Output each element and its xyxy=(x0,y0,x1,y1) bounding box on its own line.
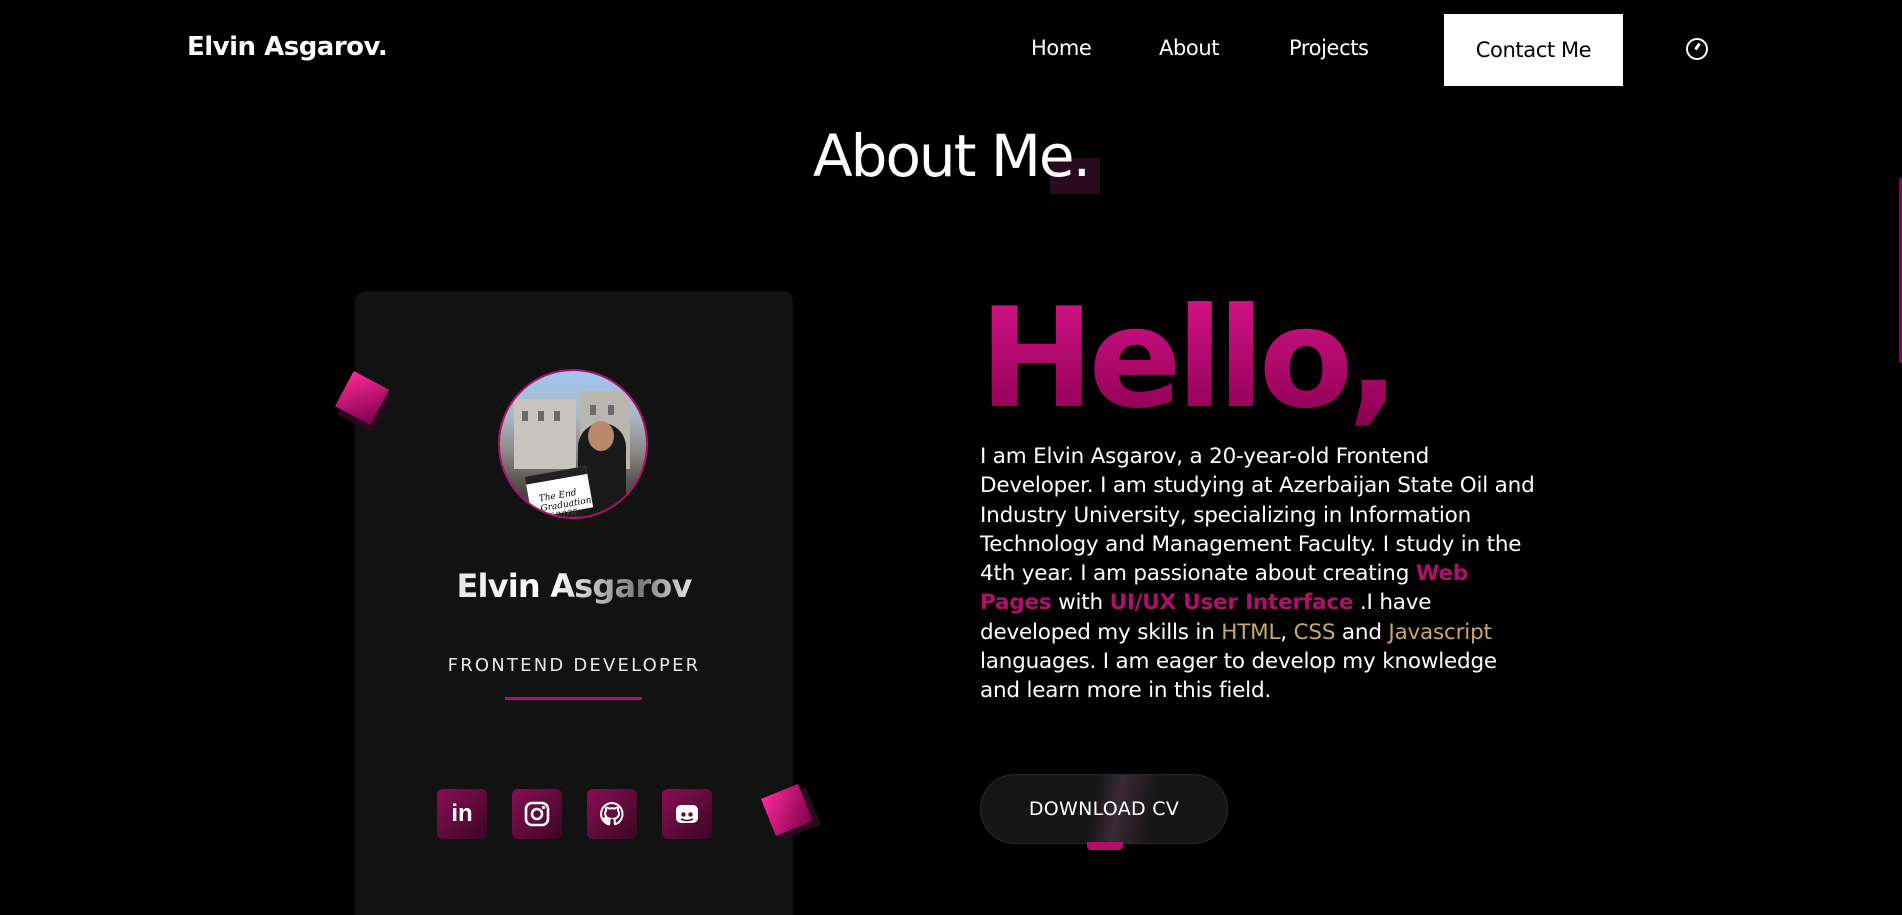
bio-text: and xyxy=(1335,619,1389,645)
discord-icon xyxy=(676,805,698,823)
avatar-window xyxy=(538,411,544,421)
avatar-window xyxy=(522,411,528,421)
profile-name: Elvin Asgarov xyxy=(355,567,793,605)
highlight-uiux: UI/UX User Interface xyxy=(1109,590,1354,616)
avatar-window xyxy=(554,411,560,421)
skill-javascript: Javascript xyxy=(1388,619,1492,645)
github-icon xyxy=(600,801,624,826)
avatar-window xyxy=(608,405,614,415)
skill-css: CSS xyxy=(1293,619,1336,645)
avatar-head xyxy=(588,421,614,451)
avatar-building xyxy=(514,399,576,469)
nav-projects[interactable]: Projects xyxy=(1289,36,1369,60)
nav-home[interactable]: Home xyxy=(1031,36,1092,60)
linkedin-icon: in xyxy=(451,800,473,827)
clapperboard: The End Graduation Of 2025 xyxy=(524,465,594,517)
avatar-window xyxy=(590,405,596,415)
bio-text: with xyxy=(1051,590,1110,616)
skill-html: HTML xyxy=(1221,619,1281,645)
github-button[interactable] xyxy=(587,789,637,839)
bio-text: languages. I am eager to develop my know… xyxy=(980,649,1497,704)
role-underline xyxy=(505,697,642,700)
contact-button[interactable]: Contact Me xyxy=(1444,14,1623,86)
download-cv-button[interactable]: DOWNLOAD CV xyxy=(980,774,1228,844)
hello-heading: Hello, xyxy=(979,278,1400,439)
nav-about[interactable]: About xyxy=(1159,36,1219,60)
discord-button[interactable] xyxy=(662,789,712,839)
bio-text: , xyxy=(1280,619,1287,645)
avatar: The End Graduation Of 2025 xyxy=(498,369,648,519)
bio-paragraph: I am Elvin Asgarov, a 20-year-old Fronte… xyxy=(980,442,1540,706)
instagram-icon xyxy=(524,801,550,827)
page-title: About Me. xyxy=(812,122,1091,190)
instagram-button[interactable] xyxy=(512,789,562,839)
theme-toggle-icon[interactable] xyxy=(1686,38,1708,60)
brand-logo[interactable]: Elvin Asgarov. xyxy=(187,32,388,62)
linkedin-button[interactable]: in xyxy=(437,789,487,839)
cv-button-accent xyxy=(1087,842,1123,850)
profile-role: FRONTEND DEVELOPER xyxy=(447,655,701,676)
